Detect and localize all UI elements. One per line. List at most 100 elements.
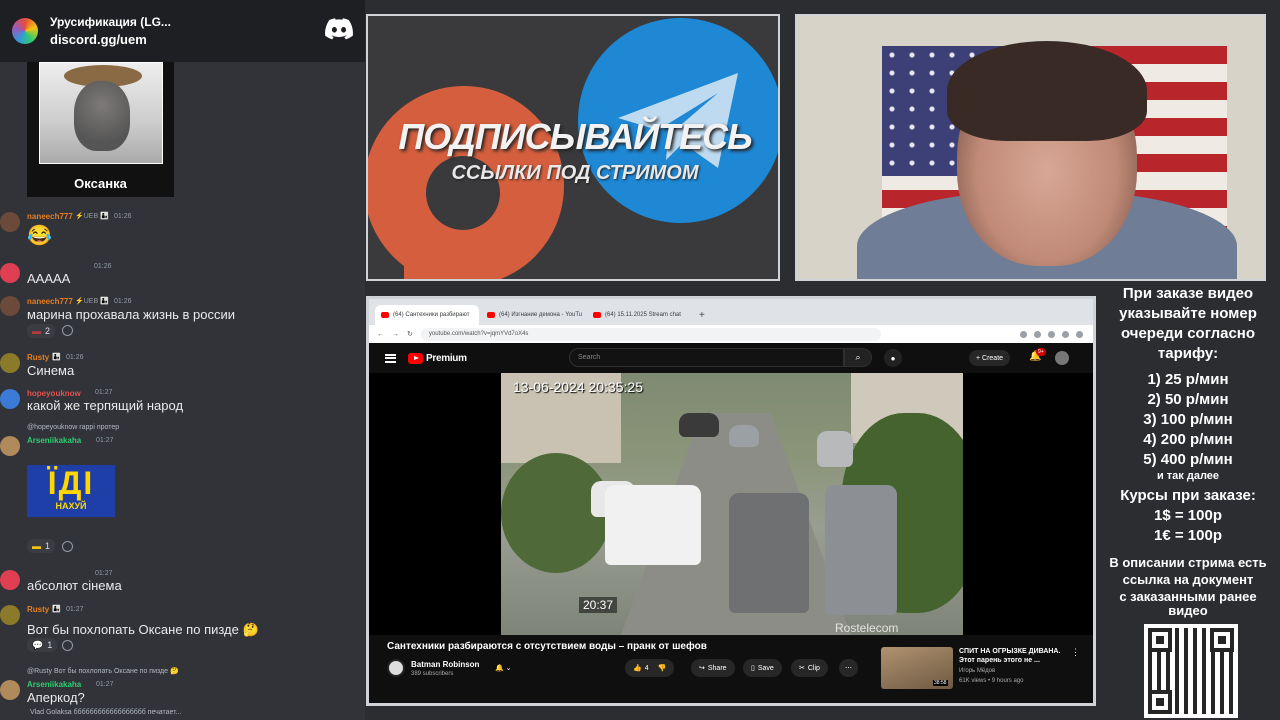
profile-icon[interactable]: [1076, 330, 1083, 338]
timestamp: 01:27: [95, 570, 113, 577]
video-frame[interactable]: 13-06-2024 20:35:25 20:37 Rostelecom: [501, 373, 963, 635]
more-actions-button[interactable]: ⋯: [839, 659, 858, 677]
search-icon[interactable]: ⌕: [844, 348, 872, 367]
clip-button[interactable]: ✂ Clip: [791, 659, 828, 677]
username[interactable]: hopeyouknow: [27, 389, 81, 398]
message-text: абсолют сінема: [27, 578, 122, 593]
price-tier: 4) 200 р/мин: [1143, 431, 1233, 448]
username[interactable]: naneech777: [27, 297, 73, 306]
car: [817, 431, 853, 467]
username[interactable]: Rusty: [27, 353, 49, 362]
speech-emoji: 💬: [32, 639, 44, 650]
video-timestamp: 13-06-2024 20:35:25: [513, 379, 643, 395]
extensions-bar: [1020, 330, 1083, 338]
add-reaction-icon[interactable]: [62, 541, 73, 552]
menu-icon[interactable]: [385, 353, 396, 363]
mic-icon[interactable]: ●: [884, 349, 902, 367]
price-tier: 2) 50 р/мин: [1147, 391, 1229, 408]
subscribe-bell-button[interactable]: 🔔 ⌄: [495, 659, 512, 677]
youtube-logo[interactable]: Premium: [408, 352, 467, 364]
channel-subscribers: 389 subscribers: [411, 670, 454, 677]
flag-emoji: ▬: [32, 541, 41, 551]
extension-icon[interactable]: [1020, 330, 1027, 338]
pricing-panel: При заказе видео указывайте номер очеред…: [1100, 284, 1276, 720]
bell-icon: 🔔 ⌄: [495, 665, 512, 672]
qr-code[interactable]: [1144, 624, 1238, 718]
reaction-count: 2: [45, 326, 51, 336]
like-button[interactable]: 👍 4 👎: [625, 659, 675, 677]
create-button[interactable]: + Create: [969, 350, 1011, 366]
account-avatar[interactable]: [1055, 351, 1069, 365]
search-input[interactable]: Search: [569, 348, 844, 367]
back-icon[interactable]: ←: [377, 331, 384, 338]
user-avatar[interactable]: [0, 680, 20, 700]
forward-icon[interactable]: →: [392, 331, 399, 338]
tab-bar: (64) Сантехники разбирают (64) Изгнание …: [369, 299, 1093, 325]
username[interactable]: naneech777: [27, 212, 73, 221]
new-tab-button[interactable]: +: [693, 305, 711, 325]
user-avatar[interactable]: [0, 353, 20, 373]
save-button[interactable]: ▯ Save: [743, 659, 782, 677]
timestamp: 01:26: [114, 298, 132, 305]
url-field[interactable]: youtube.com/watch?v=jqmYVd7oX4s: [420, 327, 881, 341]
browser-tab[interactable]: (64) 15.11.2025 Stream chat: [587, 305, 691, 325]
sticker-image[interactable]: ЇДІ НАХУЙ: [27, 465, 115, 517]
add-reaction-icon[interactable]: [62, 640, 73, 651]
message-text: какой же терпящий народ: [27, 398, 184, 413]
sticker-text: ЇДІ: [47, 465, 95, 501]
qr-pattern: [1148, 628, 1234, 714]
pricing-line: указывайте номер: [1119, 305, 1257, 322]
browser-tab[interactable]: (64) Изгнание демона - YouTu: [481, 305, 585, 325]
pricing-line: очереди согласно: [1120, 325, 1256, 342]
extension-icon[interactable]: [1048, 330, 1055, 338]
discord-avatar-icon[interactable]: [0, 570, 20, 590]
extension-icon[interactable]: [1034, 330, 1041, 338]
reaction-chip[interactable]: ▬ 2: [27, 324, 56, 338]
user-avatar[interactable]: [0, 605, 20, 625]
rate-line: 1$ = 100р: [1154, 507, 1222, 524]
add-reaction-icon[interactable]: [62, 325, 73, 336]
reaction-chip[interactable]: ▬ 1: [27, 539, 56, 553]
username[interactable]: Arseniikakaha: [27, 680, 81, 689]
user-avatar[interactable]: [0, 389, 20, 409]
video-counter: 20:37: [579, 597, 618, 613]
car: [729, 425, 759, 447]
server-icon: [12, 18, 38, 44]
related-video[interactable]: 38:58 СПИТ НА ОГРЫЗКЕ ДИВАНА. Этот парен…: [881, 647, 1081, 689]
username[interactable]: Arseniikakaha: [27, 436, 81, 445]
user-avatar[interactable]: [0, 212, 20, 232]
extension-icon[interactable]: [1062, 330, 1069, 338]
browser-tab[interactable]: (64) Сантехники разбирают: [375, 305, 479, 325]
related-title[interactable]: СПИТ НА ОГРЫЗКЕ ДИВАНА. Этот парень этог…: [959, 647, 1069, 665]
car: [679, 413, 719, 437]
video-title: Сантехники разбираются с отсутствием вод…: [387, 641, 707, 652]
server-name: Урусификация (LG...: [50, 15, 171, 29]
browser-window: (64) Сантехники разбирают (64) Изгнание …: [366, 296, 1096, 706]
channel-name[interactable]: Batman Robinson: [411, 660, 479, 669]
kebab-menu-icon[interactable]: ⋮: [1071, 647, 1080, 658]
discord-avatar-icon[interactable]: [0, 263, 20, 283]
logo-text: Premium: [426, 352, 467, 364]
reply-preview[interactable]: @hopeyouknow гаррі протер: [27, 424, 119, 431]
timestamp: 01:27: [96, 681, 114, 688]
user-avatar[interactable]: [0, 436, 20, 456]
typing-indicator: Vlad Golaksa бббббббббббббббббб печатает…: [30, 709, 182, 716]
reply-preview[interactable]: @Rusty Вот бы похлопать Оксане по пизде …: [27, 667, 179, 675]
channel-avatar[interactable]: [387, 659, 405, 677]
youtube-favicon-icon: [487, 312, 495, 318]
pinned-image-card[interactable]: Оксанка: [27, 62, 174, 197]
youtube-favicon-icon: [593, 312, 601, 318]
thumb-down-icon[interactable]: 👎: [658, 664, 667, 672]
user-avatar[interactable]: [0, 296, 20, 316]
server-invite[interactable]: discord.gg/uem: [50, 32, 171, 47]
video-player[interactable]: 13-06-2024 20:35:25 20:37 Rostelecom: [369, 373, 1093, 635]
share-button[interactable]: ↪ Share: [691, 659, 735, 677]
timestamp: 01:27: [95, 389, 113, 396]
car: [605, 485, 701, 565]
reaction-chip[interactable]: 💬 1: [27, 638, 58, 652]
cat-figure: [74, 81, 130, 151]
username[interactable]: Rusty: [27, 605, 49, 614]
reload-icon[interactable]: ↻: [407, 330, 413, 338]
subscribe-banner: ПОДПИСЫВАЙТЕСЬ ССЫЛКИ ПОД СТРИМОМ: [366, 14, 780, 281]
share-label: Share: [707, 664, 727, 672]
